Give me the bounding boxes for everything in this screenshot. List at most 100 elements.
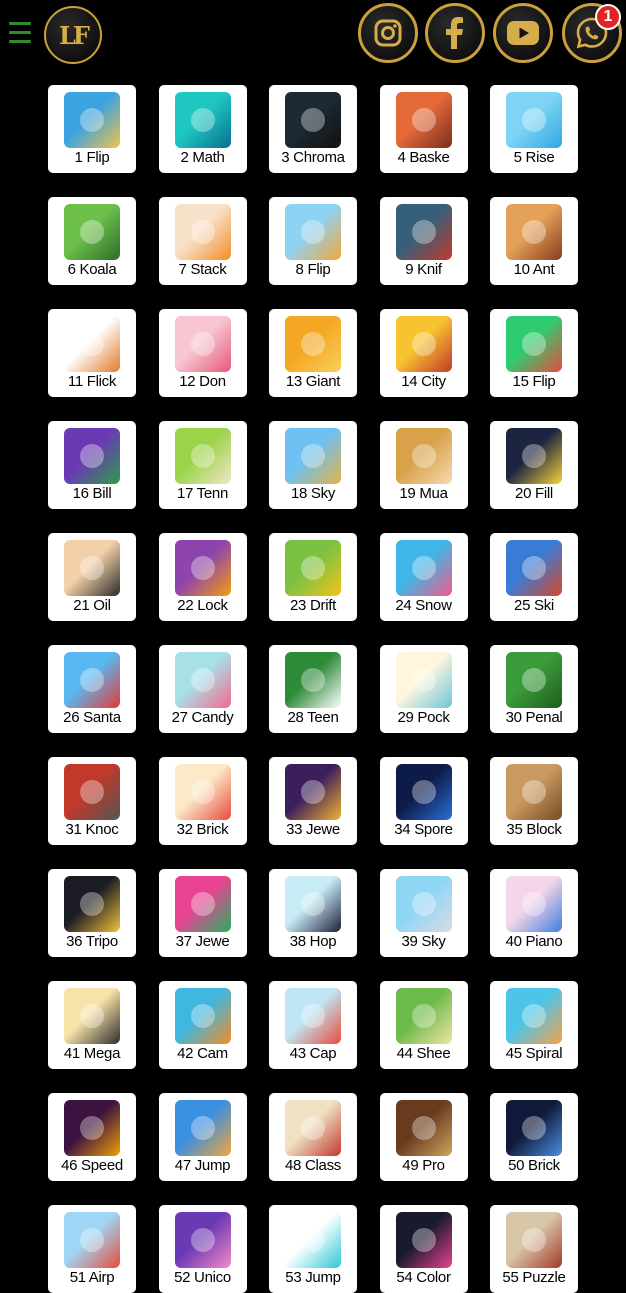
- thumbnail-graphic: [80, 108, 104, 132]
- game-label: 36 Tripo: [66, 933, 118, 950]
- game-tile[interactable]: 21 Oil: [48, 533, 136, 621]
- game-thumbnail: [506, 652, 562, 708]
- thumbnail-graphic: [301, 108, 325, 132]
- game-label: 26 Santa: [63, 709, 121, 726]
- game-tile[interactable]: 43 Cap: [269, 981, 357, 1069]
- game-tile[interactable]: 45 Spiral: [490, 981, 578, 1069]
- game-tile[interactable]: 30 Penal: [490, 645, 578, 733]
- game-tile[interactable]: 32 Brick: [158, 757, 247, 845]
- game-label: 37 Jewe: [175, 933, 230, 950]
- whatsapp-button[interactable]: 1: [562, 3, 622, 63]
- game-label: 30 Penal: [505, 709, 563, 726]
- game-tile[interactable]: 42 Cam: [158, 981, 247, 1069]
- game-tile[interactable]: 24 Snow: [379, 533, 468, 621]
- game-tile[interactable]: 49 Pro: [379, 1093, 468, 1181]
- thumbnail-graphic: [522, 220, 546, 244]
- game-tile[interactable]: 14 City: [379, 309, 468, 397]
- game-tile[interactable]: 37 Jewe: [158, 869, 247, 957]
- menu-icon[interactable]: [9, 22, 31, 48]
- game-tile[interactable]: 10 Ant: [490, 197, 578, 285]
- game-thumbnail: [174, 204, 231, 260]
- game-tile[interactable]: 25 Ski: [490, 533, 578, 621]
- game-tile[interactable]: 27 Candy: [158, 645, 247, 733]
- game-tile[interactable]: 4 Baske: [379, 85, 468, 173]
- game-label: 31 Knoc: [65, 821, 119, 838]
- game-thumbnail: [64, 204, 120, 260]
- facebook-button[interactable]: [425, 3, 485, 63]
- game-tile[interactable]: 39 Sky: [379, 869, 468, 957]
- thumbnail-graphic: [411, 892, 436, 916]
- instagram-button[interactable]: [358, 3, 418, 63]
- game-tile[interactable]: 36 Tripo: [48, 869, 136, 957]
- youtube-button[interactable]: [493, 3, 553, 63]
- game-tile[interactable]: 29 Pock: [379, 645, 468, 733]
- game-label: 38 Hop: [289, 933, 337, 950]
- game-tile[interactable]: 18 Sky: [269, 421, 357, 509]
- game-tile[interactable]: 7 Stack: [158, 197, 247, 285]
- game-tile[interactable]: 40 Piano: [490, 869, 578, 957]
- game-thumbnail: [64, 1212, 120, 1268]
- game-tile[interactable]: 12 Don: [158, 309, 247, 397]
- game-tile[interactable]: 35 Block: [490, 757, 578, 845]
- site-logo[interactable]: LF: [44, 6, 102, 64]
- game-tile[interactable]: 9 Knif: [379, 197, 468, 285]
- game-thumbnail: [506, 1212, 562, 1268]
- game-tile[interactable]: 44 Shee: [379, 981, 468, 1069]
- game-thumbnail: [285, 876, 341, 932]
- thumbnail-graphic: [190, 444, 215, 468]
- thumbnail-graphic: [190, 220, 215, 244]
- game-tile[interactable]: 19 Mua: [379, 421, 468, 509]
- game-thumbnail: [395, 92, 452, 148]
- thumbnail-graphic: [522, 1116, 546, 1140]
- thumbnail-graphic: [301, 668, 325, 692]
- game-tile[interactable]: 47 Jump: [158, 1093, 247, 1181]
- game-tile[interactable]: 41 Mega: [48, 981, 136, 1069]
- game-thumbnail: [285, 764, 341, 820]
- game-tile[interactable]: 13 Giant: [269, 309, 357, 397]
- game-thumbnail: [506, 876, 562, 932]
- game-tile[interactable]: 6 Koala: [48, 197, 136, 285]
- game-tile[interactable]: 22 Lock: [158, 533, 247, 621]
- game-thumbnail: [395, 204, 452, 260]
- game-tile[interactable]: 28 Teen: [269, 645, 357, 733]
- game-tile[interactable]: 38 Hop: [269, 869, 357, 957]
- game-tile[interactable]: 15 Flip: [490, 309, 578, 397]
- game-tile[interactable]: 5 Rise: [490, 85, 578, 173]
- game-tile[interactable]: 26 Santa: [48, 645, 136, 733]
- thumbnail-graphic: [522, 1228, 546, 1252]
- thumbnail-graphic: [80, 332, 104, 356]
- game-tile[interactable]: 17 Tenn: [158, 421, 247, 509]
- game-tile[interactable]: 16 Bill: [48, 421, 136, 509]
- game-tile[interactable]: 20 Fill: [490, 421, 578, 509]
- thumbnail-graphic: [411, 556, 436, 580]
- game-tile[interactable]: 23 Drift: [269, 533, 357, 621]
- top-bar: LF 1: [0, 0, 626, 72]
- game-label: 47 Jump: [174, 1157, 231, 1174]
- game-tile[interactable]: 2 Math: [158, 85, 247, 173]
- thumbnail-graphic: [301, 892, 325, 916]
- game-tile[interactable]: 48 Class: [269, 1093, 357, 1181]
- game-label: 1 Flip: [74, 149, 110, 166]
- thumbnail-graphic: [80, 668, 104, 692]
- game-label: 10 Ant: [513, 261, 555, 278]
- game-label: 52 Unico: [174, 1269, 231, 1286]
- thumbnail-graphic: [522, 444, 546, 468]
- game-tile[interactable]: 11 Flick: [48, 309, 136, 397]
- game-label: 32 Brick: [176, 821, 229, 838]
- game-tile[interactable]: 3 Chroma: [269, 85, 357, 173]
- thumbnail-graphic: [80, 556, 104, 580]
- game-tile[interactable]: 1 Flip: [48, 85, 136, 173]
- game-grid: 1 Flip 2 Math 3 Chroma 4 Baske 5 Rise 6 Koala…: [48, 85, 578, 1293]
- game-label: 18 Sky: [290, 485, 336, 502]
- game-thumbnail: [285, 92, 341, 148]
- game-label: 46 Speed: [61, 1157, 123, 1174]
- game-tile[interactable]: 31 Knoc: [48, 757, 136, 845]
- game-label: 41 Mega: [63, 1045, 121, 1062]
- game-thumbnail: [395, 540, 452, 596]
- game-label: 23 Drift: [290, 597, 336, 614]
- game-tile[interactable]: 50 Brick: [490, 1093, 578, 1181]
- game-tile[interactable]: 34 Spore: [379, 757, 468, 845]
- game-tile[interactable]: 8 Flip: [269, 197, 357, 285]
- game-tile[interactable]: 33 Jewe: [269, 757, 357, 845]
- game-tile[interactable]: 46 Speed: [48, 1093, 136, 1181]
